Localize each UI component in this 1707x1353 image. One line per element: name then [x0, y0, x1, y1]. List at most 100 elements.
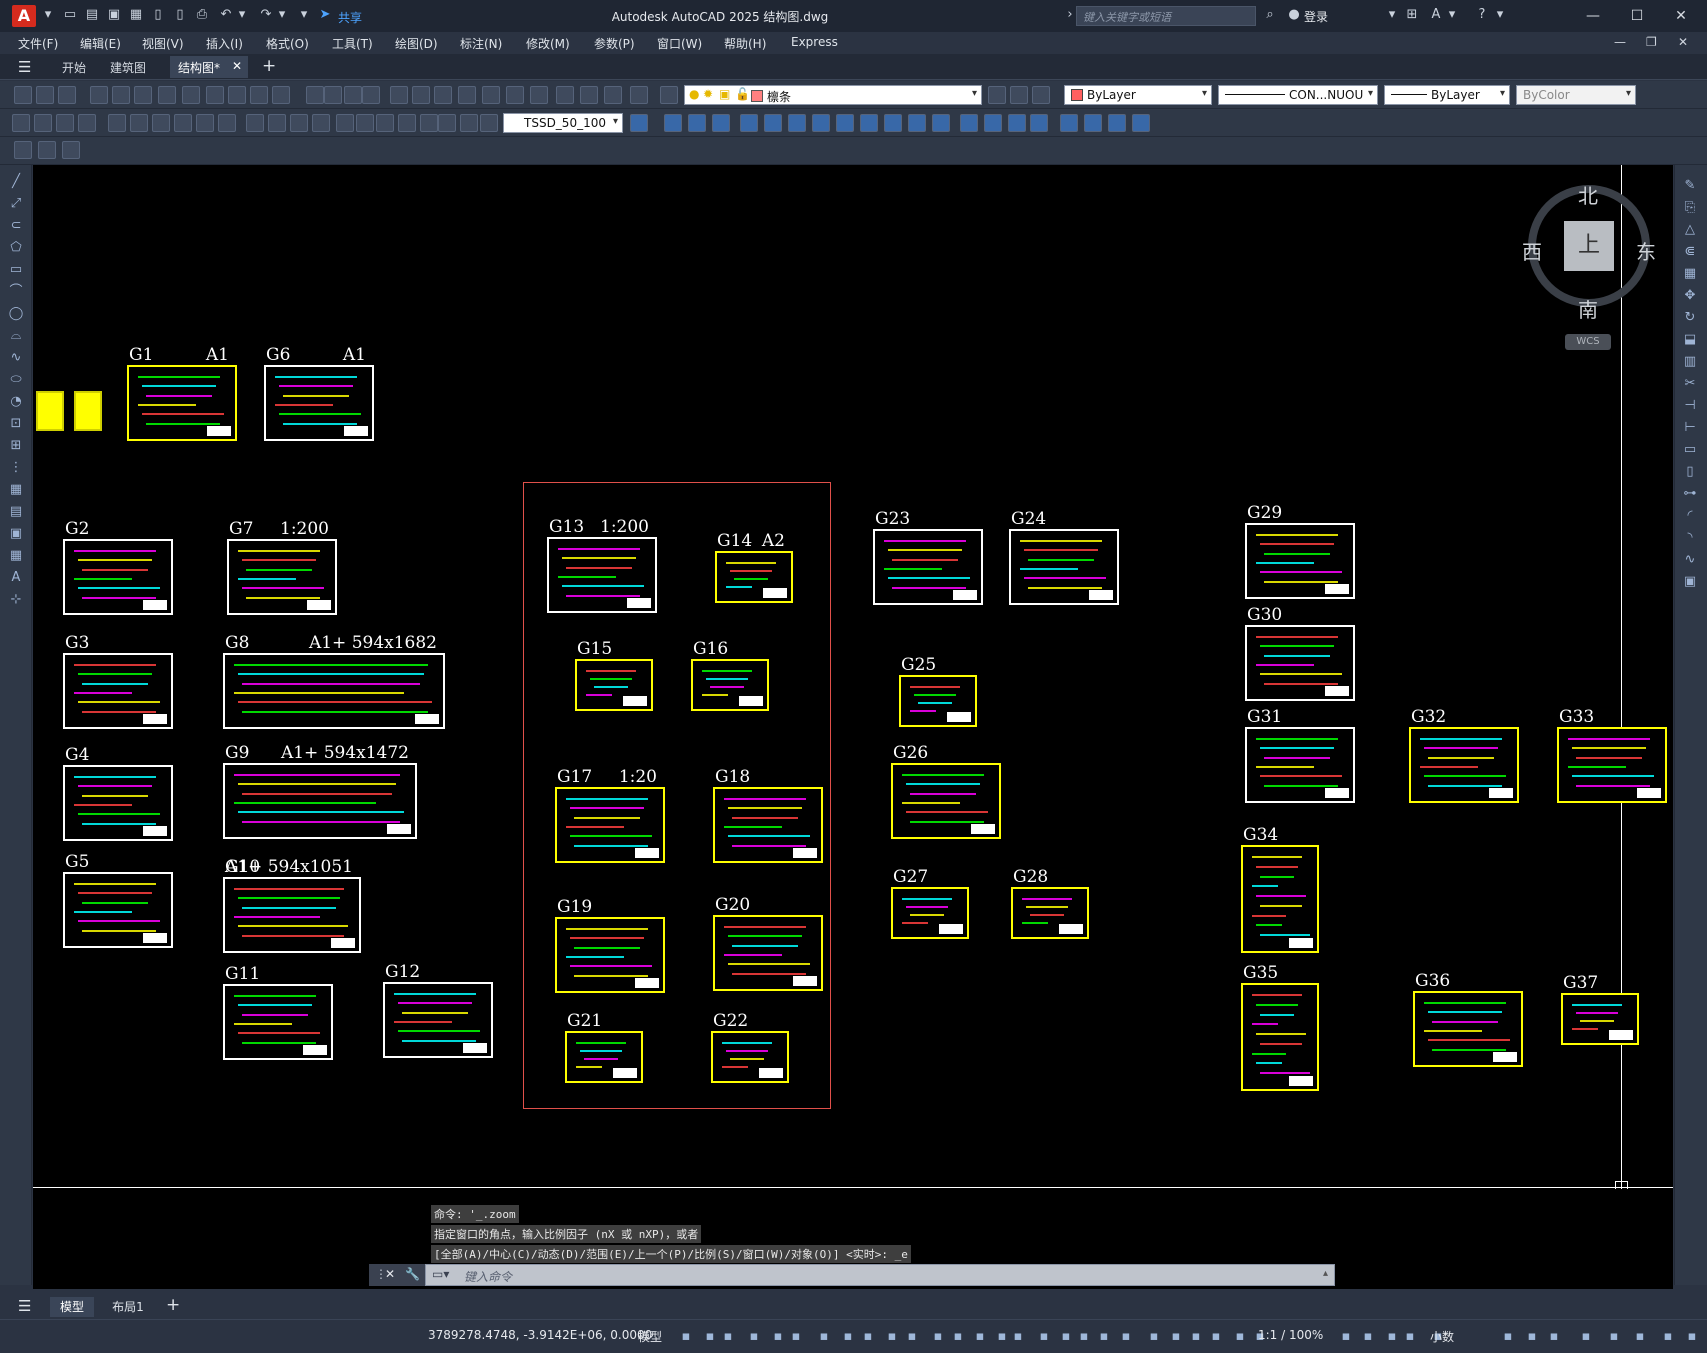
draw-tool-8-icon[interactable]: ⌓: [8, 328, 24, 344]
autodesk-apps-icon[interactable]: A: [1428, 7, 1444, 23]
draw-tool-17-icon[interactable]: ▣: [8, 526, 24, 542]
status-toggle-14-icon[interactable]: ▪: [972, 1329, 988, 1345]
status-toggle-22-icon[interactable]: ▪: [1146, 1329, 1162, 1345]
layer-dropdown-arrow-icon[interactable]: ▾: [972, 88, 977, 99]
save-as-icon[interactable]: ▦: [128, 7, 144, 23]
open-file-icon[interactable]: ▤: [84, 7, 100, 23]
sheet-g9[interactable]: [223, 763, 417, 839]
draw-tool-16-icon[interactable]: ▤: [8, 504, 24, 520]
sheet-g6[interactable]: [264, 365, 374, 441]
tab-start[interactable]: 开始: [54, 56, 94, 78]
extra-tool-2-icon[interactable]: [38, 141, 56, 159]
menu-window[interactable]: 窗口(W): [657, 35, 702, 52]
modify-tool-9-icon[interactable]: ▥: [1682, 354, 1698, 370]
app-menu-chevron-icon[interactable]: ▾: [40, 7, 56, 23]
object-tool-21-icon[interactable]: [1132, 114, 1150, 132]
standard-tool-16-icon[interactable]: [362, 86, 380, 104]
save-icon[interactable]: ▣: [106, 7, 122, 23]
status-toggle-36-icon[interactable]: ▪: [1578, 1329, 1594, 1345]
standard-tool-5-icon[interactable]: [112, 86, 130, 104]
sheet-g34[interactable]: [1241, 845, 1319, 953]
object-tool-15-icon[interactable]: [984, 114, 1002, 132]
dimension-tool-12-icon[interactable]: [268, 114, 286, 132]
sheet-g5[interactable]: [63, 872, 173, 948]
sheet-g37[interactable]: [1561, 993, 1639, 1045]
sheet-g20[interactable]: [713, 915, 823, 991]
status-toggle-38-icon[interactable]: ▪: [1632, 1329, 1648, 1345]
status-toggle-25-icon[interactable]: ▪: [1208, 1329, 1224, 1345]
dimension-tool-13-icon[interactable]: [290, 114, 308, 132]
object-tool-16-icon[interactable]: [1008, 114, 1026, 132]
dimension-tool-6-icon[interactable]: [130, 114, 148, 132]
menu-parametric[interactable]: 参数(P): [594, 35, 635, 52]
sheet-g35[interactable]: [1241, 983, 1319, 1091]
sheet-g29[interactable]: [1245, 523, 1355, 599]
dimension-tool-4-icon[interactable]: [78, 114, 96, 132]
object-tool-6-icon[interactable]: [764, 114, 782, 132]
object-tool-5-icon[interactable]: [740, 114, 758, 132]
standard-tool-15-icon[interactable]: [344, 86, 362, 104]
open-web-icon[interactable]: ▯: [150, 7, 166, 23]
modify-tool-12-icon[interactable]: ⊢: [1682, 420, 1698, 436]
dimension-tool-10-icon[interactable]: [218, 114, 236, 132]
modify-tool-1-icon[interactable]: ✎: [1682, 178, 1698, 194]
object-tool-20-icon[interactable]: [1108, 114, 1126, 132]
sheet-g12[interactable]: [383, 982, 493, 1058]
status-toggle-18-icon[interactable]: ▪: [1058, 1329, 1074, 1345]
object-tool-13-icon[interactable]: [932, 114, 950, 132]
units-button[interactable]: 小数: [1430, 1328, 1454, 1345]
sheet-g31[interactable]: [1245, 727, 1355, 803]
add-layout-button[interactable]: +: [166, 1295, 180, 1315]
dimension-tool-11-icon[interactable]: [246, 114, 264, 132]
object-tool-7-icon[interactable]: [788, 114, 806, 132]
draw-tool-12-icon[interactable]: ⊡: [8, 416, 24, 432]
standard-tool-18-icon[interactable]: [412, 86, 430, 104]
menu-format[interactable]: 格式(O): [266, 35, 309, 52]
object-tool-12-icon[interactable]: [908, 114, 926, 132]
sheet-g25[interactable]: [899, 675, 977, 727]
layer-previous-icon[interactable]: [1010, 86, 1028, 104]
sheet-g15[interactable]: [575, 659, 653, 711]
user-icon[interactable]: ●: [1286, 7, 1302, 23]
tab-architecture[interactable]: 建筑图: [102, 56, 154, 78]
draw-tool-5-icon[interactable]: ▭: [8, 262, 24, 278]
object-tool-2-icon[interactable]: [664, 114, 682, 132]
search-icon[interactable]: ⌕: [1262, 7, 1278, 23]
dimension-tool-8-icon[interactable]: [174, 114, 192, 132]
dimension-tool-3-icon[interactable]: [56, 114, 74, 132]
status-toggle-10-icon[interactable]: ▪: [884, 1329, 900, 1345]
status-toggle-33-icon[interactable]: ▪: [1500, 1329, 1516, 1345]
modify-tool-10-icon[interactable]: ✂: [1682, 376, 1698, 392]
menu-draw[interactable]: 绘图(D): [395, 35, 438, 52]
menu-help[interactable]: 帮助(H): [724, 35, 766, 52]
dimension-tool-18-icon[interactable]: [398, 114, 416, 132]
sheet-g17[interactable]: [555, 787, 665, 863]
modify-tool-6-icon[interactable]: ✥: [1682, 288, 1698, 304]
status-toggle-19-icon[interactable]: ▪: [1076, 1329, 1092, 1345]
sheet-g4[interactable]: [63, 765, 173, 841]
dimension-tool-16-icon[interactable]: [356, 114, 374, 132]
draw-tool-19-icon[interactable]: A: [8, 570, 24, 586]
extra-tool-3-icon[interactable]: [62, 141, 80, 159]
draw-tool-2-icon[interactable]: ⤢: [8, 196, 24, 212]
extra-tool-1-icon[interactable]: [14, 141, 32, 159]
legend-block-1[interactable]: [36, 391, 64, 431]
sheet-g28[interactable]: [1011, 887, 1089, 939]
status-toggle-12-icon[interactable]: ▪: [930, 1329, 946, 1345]
object-tool-11-icon[interactable]: [884, 114, 902, 132]
object-tool-3-icon[interactable]: [688, 114, 706, 132]
object-tool-19-icon[interactable]: [1084, 114, 1102, 132]
standard-tool-26-icon[interactable]: [604, 86, 622, 104]
draw-tool-9-icon[interactable]: ∿: [8, 350, 24, 366]
object-tool-18-icon[interactable]: [1060, 114, 1078, 132]
status-toggle-24-icon[interactable]: ▪: [1188, 1329, 1204, 1345]
redo-dropdown-icon[interactable]: ▾: [274, 7, 290, 23]
draw-tool-14-icon[interactable]: ⋮: [8, 460, 24, 476]
object-tool-9-icon[interactable]: [836, 114, 854, 132]
sheet-g24[interactable]: [1009, 529, 1119, 605]
standard-tool-3-icon[interactable]: [58, 86, 76, 104]
standard-tool-11-icon[interactable]: [250, 86, 268, 104]
modify-tool-15-icon[interactable]: ⊶: [1682, 486, 1698, 502]
standard-tool-8-icon[interactable]: [182, 86, 200, 104]
modify-tool-13-icon[interactable]: ▭: [1682, 442, 1698, 458]
